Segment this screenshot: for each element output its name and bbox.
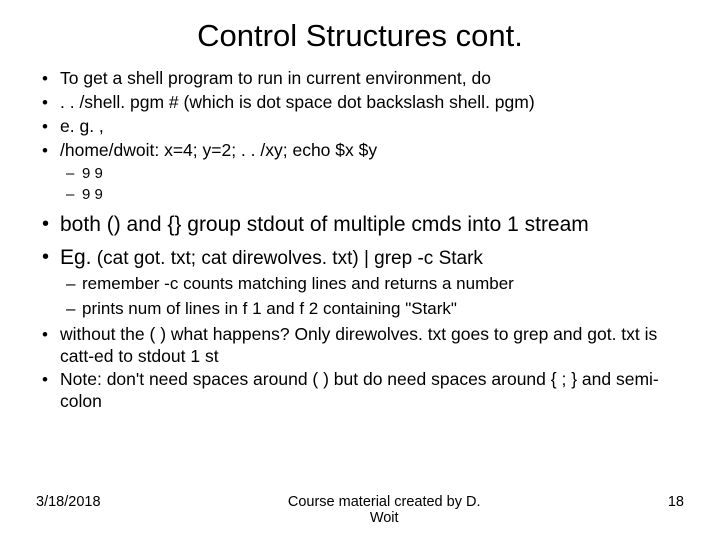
- bullet-item: . . /shell. pgm # (which is dot space do…: [42, 92, 684, 114]
- bullet-item: Eg. (cat got. txt; cat direwolves. txt) …: [42, 244, 684, 272]
- bullet-list: both () and {} group stdout of multiple …: [42, 211, 684, 272]
- footer-credit: Course material created by D. Woit: [284, 494, 484, 526]
- bullet-item: without the ( ) what happens? Only direw…: [42, 324, 684, 368]
- bullet-item: both () and {} group stdout of multiple …: [42, 211, 684, 238]
- bullet-prefix: Eg.: [60, 246, 92, 269]
- sub-bullet-list: remember -c counts matching lines and re…: [36, 273, 684, 319]
- footer-date: 3/18/2018: [36, 494, 101, 510]
- sub-bullet-list: 9 9 9 9: [36, 164, 684, 205]
- bullet-item: e. g. ,: [42, 116, 684, 138]
- bullet-item: /home/dwoit: x=4; y=2; . . /xy; echo $x …: [42, 140, 684, 162]
- slide: Control Structures cont. To get a shell …: [0, 0, 720, 540]
- sub-bullet-item: 9 9: [66, 164, 684, 184]
- bullet-list: To get a shell program to run in current…: [42, 68, 684, 162]
- page-title: Control Structures cont.: [36, 18, 684, 54]
- footer-page-number: 18: [668, 494, 684, 510]
- bullet-rest: (cat got. txt; cat direwolves. txt) | gr…: [92, 248, 483, 269]
- sub-bullet-item: 9 9: [66, 185, 684, 205]
- footer: 3/18/2018 Course material created by D. …: [36, 494, 684, 526]
- sub-bullet-item: prints num of lines in f 1 and f 2 conta…: [66, 298, 684, 320]
- bullet-list: without the ( ) what happens? Only direw…: [42, 324, 684, 414]
- bullet-item: Note: don't need spaces around ( ) but d…: [42, 369, 684, 413]
- bullet-item: To get a shell program to run in current…: [42, 68, 684, 90]
- sub-bullet-item: remember -c counts matching lines and re…: [66, 273, 684, 295]
